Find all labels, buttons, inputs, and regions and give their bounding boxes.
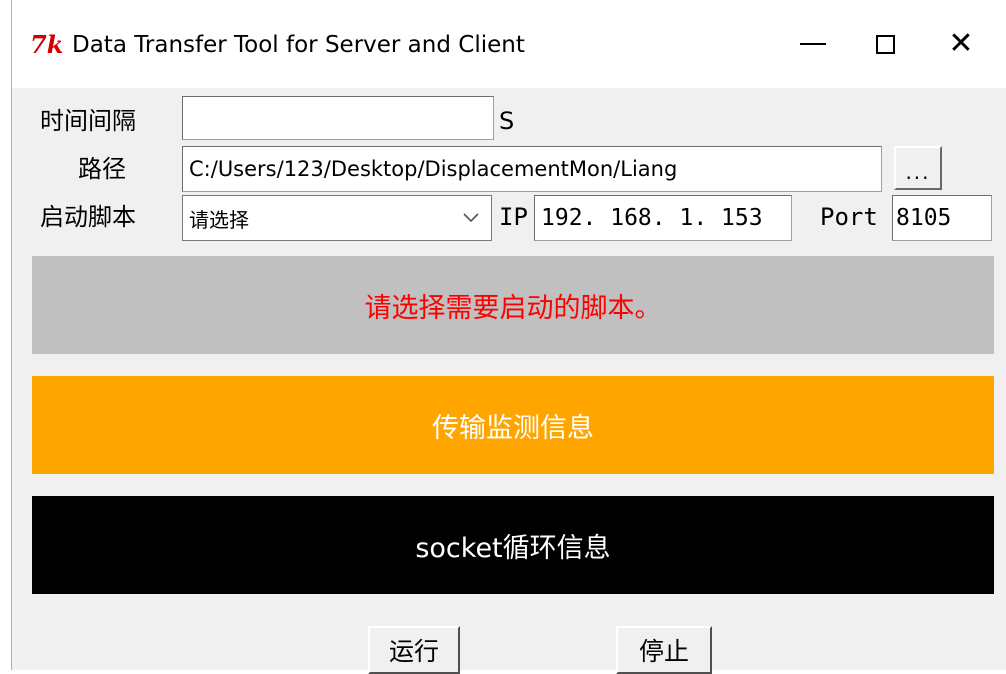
- minimize-button[interactable]: [778, 16, 848, 72]
- minimize-icon: [800, 43, 826, 45]
- window-title: Data Transfer Tool for Server and Client: [72, 32, 525, 58]
- run-button[interactable]: 运行: [368, 626, 460, 674]
- app-window: 7k Data Transfer Tool for Server and Cli…: [12, 0, 1006, 674]
- maximize-icon: [875, 34, 895, 54]
- window-left-edge: [0, 0, 12, 670]
- script-select[interactable]: 请选择: [182, 195, 492, 241]
- port-input[interactable]: 8105: [892, 195, 992, 241]
- transfer-monitor-banner: 传输监测信息: [32, 376, 994, 474]
- maximize-button[interactable]: [850, 16, 920, 72]
- status-message-banner: 请选择需要启动的脚本。: [32, 256, 994, 354]
- close-icon: ✕: [948, 26, 974, 61]
- ip-input[interactable]: 192. 168. 1. 153: [534, 195, 792, 241]
- socket-loop-banner: socket循环信息: [32, 496, 994, 594]
- chevron-down-icon[interactable]: [461, 206, 481, 230]
- title-bar[interactable]: 7k Data Transfer Tool for Server and Cli…: [12, 0, 1006, 88]
- browse-button[interactable]: ...: [894, 146, 942, 190]
- stop-button[interactable]: 停止: [616, 626, 712, 674]
- path-label: 路径: [78, 155, 126, 183]
- interval-label: 时间间隔: [40, 107, 136, 135]
- close-button[interactable]: ✕: [926, 16, 996, 72]
- path-input[interactable]: C:/Users/123/Desktop/DisplacementMon/Lia…: [182, 146, 882, 192]
- interval-unit-label: S: [499, 107, 515, 135]
- script-label: 启动脚本: [40, 203, 136, 231]
- tk-app-icon: 7k: [30, 30, 64, 59]
- port-label: Port: [820, 203, 878, 231]
- ip-label: IP: [499, 203, 528, 231]
- interval-input[interactable]: [182, 96, 494, 140]
- script-selected-value: 请选择: [189, 207, 249, 232]
